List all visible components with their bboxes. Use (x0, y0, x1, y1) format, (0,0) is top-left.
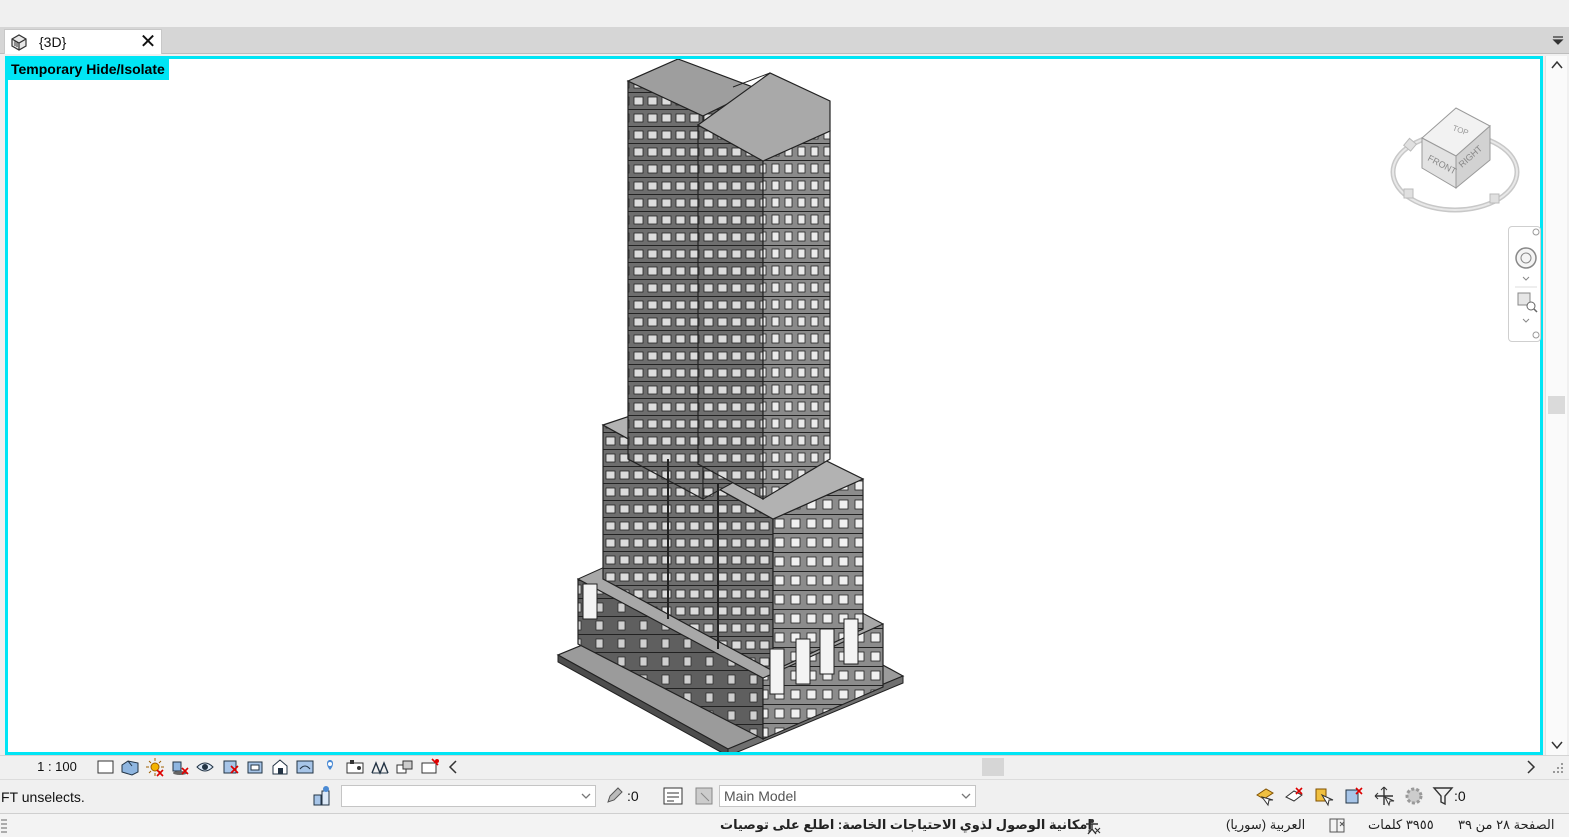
exclude-options-icon[interactable] (693, 785, 715, 807)
select-links-icon[interactable] (1254, 785, 1276, 807)
navigation-bar[interactable] (1508, 226, 1541, 342)
temporary-hide-icon[interactable] (295, 757, 315, 777)
design-options-icon[interactable] (662, 785, 684, 807)
accessibility-icon[interactable] (1082, 816, 1102, 836)
chevron-down-icon (581, 793, 591, 799)
editable-only-control[interactable]: :0 (605, 787, 639, 805)
tab-3d-view[interactable]: {3D} ✕ (4, 29, 162, 54)
view-tab-strip: {3D} ✕ (0, 27, 1569, 54)
vertical-scrollbar[interactable] (1545, 56, 1567, 755)
reveal-hidden-icon[interactable] (320, 757, 340, 777)
vertical-scroll-thumb[interactable] (1548, 396, 1565, 414)
view-control-bar: 1 : 100 (0, 755, 1569, 777)
select-by-face-icon[interactable] (1343, 785, 1365, 807)
horizontal-scroll-thumb[interactable] (982, 758, 1004, 776)
status-bar: FT unselects. :0 Main Model :0 (0, 779, 1569, 813)
shadows-icon[interactable] (170, 757, 190, 777)
proofing-icon[interactable] (1327, 816, 1347, 834)
highlight-displacement-icon[interactable] (395, 757, 415, 777)
editable-count: :0 (627, 788, 639, 804)
word-status-bar: إمكانية الوصول لذوي الاحتياجات الخاصة: ا… (0, 813, 1569, 837)
sun-path-icon[interactable] (145, 757, 165, 777)
zoom-region-icon[interactable] (1517, 292, 1538, 313)
view-scale[interactable]: 1 : 100 (26, 758, 88, 776)
worksharing-display-icon[interactable] (345, 757, 365, 777)
building-model[interactable] (548, 59, 918, 755)
temporary-hide-isolate-banner: Temporary Hide/Isolate (8, 59, 169, 80)
resize-grip-icon[interactable] (1549, 759, 1565, 775)
filter-icon (1432, 787, 1454, 806)
select-underlay-icon[interactable] (1283, 785, 1305, 807)
worksets-icon[interactable] (310, 785, 334, 809)
filter-control[interactable]: :0 (1432, 786, 1466, 806)
unlock-3d-view-icon[interactable] (270, 757, 290, 777)
select-pinned-icon[interactable] (1313, 785, 1335, 807)
visual-style-icon[interactable] (120, 757, 140, 777)
chevron-down-icon (961, 793, 971, 799)
close-tab-icon[interactable]: ✕ (139, 30, 157, 54)
drag-elements-icon[interactable] (1373, 785, 1395, 807)
status-message: FT unselects. (1, 789, 85, 805)
steering-wheel-icon[interactable] (1515, 247, 1537, 269)
revit-window: {3D} ✕ Temporary Hide/Isolate TOP FRONT … (0, 0, 1569, 837)
design-option-combo[interactable]: Main Model (719, 785, 976, 807)
editable-only-icon (607, 787, 623, 803)
reveal-constraints-icon[interactable] (420, 757, 440, 777)
page-number[interactable]: الصفحة ٢٨ من ٣٩ (1458, 817, 1554, 833)
word-count[interactable]: ٣٩٥٥ كلمات (1368, 817, 1434, 833)
show-crop-icon[interactable] (245, 757, 265, 777)
accessibility-status[interactable]: إمكانية الوصول لذوي الاحتياجات الخاصة: ا… (720, 817, 1092, 833)
view-control-icons (95, 757, 440, 777)
scroll-up-icon[interactable] (1551, 60, 1563, 70)
3d-view-icon (11, 34, 27, 51)
ribbon-area (0, 0, 1569, 27)
viewcube-icon[interactable]: TOP FRONT RIGHT (1388, 104, 1522, 216)
language-status[interactable]: العربية (سوريا) (1226, 817, 1305, 833)
render-icon[interactable] (195, 757, 215, 777)
analytical-model-icon[interactable] (370, 757, 390, 777)
filter-count: :0 (1454, 788, 1466, 804)
scroll-right-icon[interactable] (1525, 760, 1537, 774)
detail-level-icon[interactable] (95, 757, 115, 777)
status-bar-handle-icon (1, 819, 7, 833)
tab-menu-icon[interactable] (1552, 34, 1564, 46)
scroll-left-icon[interactable] (447, 760, 459, 774)
crop-view-icon[interactable] (220, 757, 240, 777)
active-workset-combo[interactable] (341, 785, 596, 807)
tab-label: {3D} (39, 34, 67, 50)
background-process-icon[interactable] (1403, 785, 1425, 807)
scroll-down-icon[interactable] (1551, 740, 1563, 750)
3d-viewport[interactable]: Temporary Hide/Isolate (5, 56, 1543, 755)
